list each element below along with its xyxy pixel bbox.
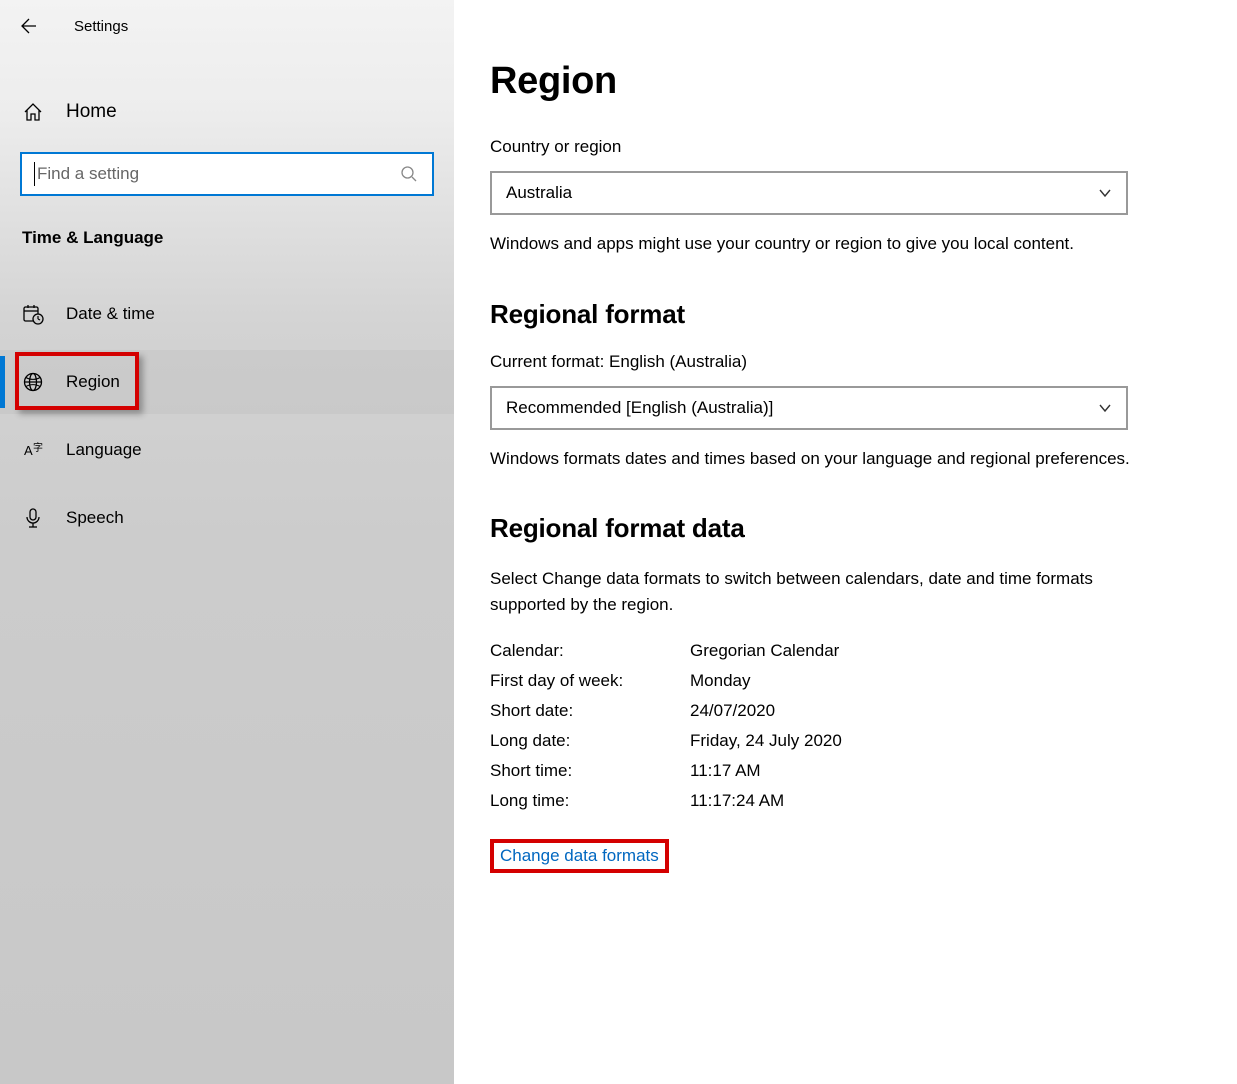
sidebar-item-speech[interactable]: Speech — [0, 486, 454, 550]
titlebar: Settings — [0, 8, 454, 44]
format-value: Recommended [English (Australia)] — [506, 398, 773, 418]
globe-icon — [22, 371, 44, 393]
search-placeholder: Find a setting — [37, 164, 139, 184]
data-key: Short date: — [490, 701, 690, 721]
chevron-down-icon — [1098, 401, 1112, 415]
back-arrow-icon — [18, 16, 38, 36]
country-value: Australia — [506, 183, 572, 203]
svg-text:A: A — [24, 443, 33, 458]
microphone-icon — [22, 507, 44, 529]
current-format-label: Current format: English (Australia) — [490, 352, 1193, 372]
format-data-table: Calendar: Gregorian Calendar First day o… — [490, 641, 1193, 811]
data-value: Gregorian Calendar — [690, 641, 839, 661]
home-icon — [22, 101, 44, 123]
language-icon: A 字 — [22, 439, 44, 461]
country-dropdown[interactable]: Australia — [490, 171, 1128, 215]
text-cursor — [34, 162, 35, 186]
sidebar-item-label: Region — [66, 372, 120, 392]
search-icon — [400, 165, 418, 183]
sidebar-item-label: Language — [66, 440, 142, 460]
format-data-description: Select Change data formats to switch bet… — [490, 566, 1130, 617]
data-key: Long date: — [490, 731, 690, 751]
data-row-calendar: Calendar: Gregorian Calendar — [490, 641, 1193, 661]
main-content: Region Country or region Australia Windo… — [454, 0, 1237, 1084]
app-title: Settings — [74, 18, 128, 35]
sidebar-section-title: Time & Language — [0, 228, 454, 248]
data-key: First day of week: — [490, 671, 690, 691]
data-row-short-time: Short time: 11:17 AM — [490, 761, 1193, 781]
change-data-formats-link[interactable]: Change data formats — [500, 846, 659, 865]
data-key: Short time: — [490, 761, 690, 781]
data-row-first-day: First day of week: Monday — [490, 671, 1193, 691]
data-row-long-date: Long date: Friday, 24 July 2020 — [490, 731, 1193, 751]
settings-sidebar: Settings Home Find a setting Time & Lang… — [0, 0, 454, 1084]
format-description: Windows formats dates and times based on… — [490, 446, 1130, 472]
regional-format-heading: Regional format — [490, 299, 1193, 330]
format-dropdown[interactable]: Recommended [English (Australia)] — [490, 386, 1128, 430]
sidebar-item-home[interactable]: Home — [0, 86, 454, 138]
page-title: Region — [490, 60, 1193, 103]
annotation-highlight-change: Change data formats — [490, 839, 669, 873]
sidebar-item-label: Speech — [66, 508, 124, 528]
country-description: Windows and apps might use your country … — [490, 231, 1130, 257]
data-value: 11:17:24 AM — [690, 791, 784, 811]
chevron-down-icon — [1098, 186, 1112, 200]
data-row-short-date: Short date: 24/07/2020 — [490, 701, 1193, 721]
sidebar-item-language[interactable]: A 字 Language — [0, 418, 454, 482]
data-key: Calendar: — [490, 641, 690, 661]
back-button[interactable] — [18, 16, 38, 36]
country-label: Country or region — [490, 137, 1193, 157]
data-value: 11:17 AM — [690, 761, 761, 781]
svg-text:字: 字 — [33, 441, 43, 454]
data-value: 24/07/2020 — [690, 701, 775, 721]
sidebar-item-datetime[interactable]: Date & time — [0, 282, 454, 346]
sidebar-item-region[interactable]: Region — [0, 350, 454, 414]
nav-list: Date & time Region A 字 Lang — [0, 282, 454, 554]
data-value: Monday — [690, 671, 750, 691]
search-input[interactable]: Find a setting — [20, 152, 434, 196]
data-row-long-time: Long time: 11:17:24 AM — [490, 791, 1193, 811]
data-value: Friday, 24 July 2020 — [690, 731, 842, 751]
data-key: Long time: — [490, 791, 690, 811]
format-data-heading: Regional format data — [490, 513, 1193, 544]
home-label: Home — [66, 101, 117, 123]
calendar-clock-icon — [22, 303, 44, 325]
sidebar-item-label: Date & time — [66, 304, 155, 324]
